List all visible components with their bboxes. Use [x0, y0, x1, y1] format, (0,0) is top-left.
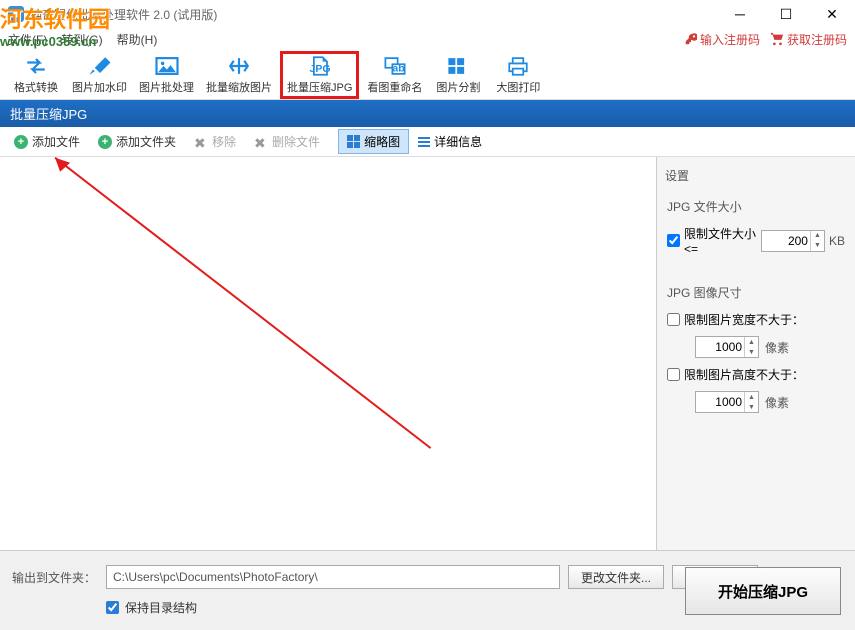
menu-goto[interactable]: 转到(G): [61, 31, 102, 48]
keep-structure-row[interactable]: 保持目录结构: [106, 599, 758, 616]
keep-structure-checkbox[interactable]: [106, 601, 119, 614]
start-compress-button[interactable]: 开始压缩JPG: [685, 567, 841, 615]
jpg-size-group: JPG 文件大小 限制文件大小 <= ▲▼ KB: [665, 192, 847, 278]
tool-batch-resize[interactable]: 批量缩放图片: [202, 51, 276, 99]
thumbnail-view-button[interactable]: 缩略图: [338, 129, 409, 154]
menubar: 文件(F) 转到(G) 帮助(H) 输入注册码 获取注册码: [0, 28, 855, 50]
spinner[interactable]: ▲▼: [744, 392, 758, 412]
tool-batch-process[interactable]: 图片批处理: [135, 51, 198, 99]
section-header: 批量压缩JPG: [0, 100, 855, 127]
image-icon: [153, 54, 181, 78]
convert-icon: [22, 54, 50, 78]
key-icon: [685, 33, 697, 45]
detail-view-button[interactable]: 详细信息: [409, 129, 491, 154]
limit-width-label: 限制图片宽度不大于：: [684, 311, 804, 328]
plus-icon: +: [14, 135, 28, 149]
output-folder-label: 输出到文件夹：: [12, 565, 96, 586]
limit-height-checkbox[interactable]: [667, 368, 680, 381]
remove-button: ✖ 移除: [186, 130, 244, 153]
x-icon: ✖: [194, 135, 208, 149]
delete-file-button: ✖ 删除文件: [246, 130, 328, 153]
px-unit: 像素: [765, 339, 789, 356]
action-bar: + 添加文件 + 添加文件夹 ✖ 移除 ✖ 删除文件 缩略图 详细信息: [0, 127, 855, 157]
svg-text:JPG: JPG: [309, 63, 330, 75]
get-reg-code-link[interactable]: 获取注册码: [770, 31, 847, 48]
limit-height-label: 限制图片高度不大于：: [684, 366, 804, 383]
list-icon: [418, 137, 430, 147]
tool-format-convert[interactable]: 格式转换: [8, 51, 64, 99]
enter-reg-code-link[interactable]: 输入注册码: [685, 31, 760, 48]
add-file-button[interactable]: + 添加文件: [6, 130, 88, 153]
kb-unit: KB: [829, 234, 845, 248]
cart-icon: [770, 32, 784, 46]
app-icon: ◆: [8, 6, 24, 22]
spinner[interactable]: ▲▼: [744, 337, 758, 357]
titlebar: ◆ 神奇图像批量处理软件 2.0 (试用版) ─ ☐ ✕: [0, 0, 855, 28]
group-label-filesize: JPG 文件大小: [667, 198, 845, 215]
spinner[interactable]: ▲▼: [810, 231, 824, 251]
change-folder-button[interactable]: 更改文件夹...: [568, 565, 664, 589]
tool-split[interactable]: 图片分割: [430, 51, 486, 99]
thumbnail-icon: [347, 135, 360, 148]
file-list-pane[interactable]: [0, 157, 657, 559]
rename-icon: ab: [381, 54, 409, 78]
jpg-dimension-group: JPG 图像尺寸 限制图片宽度不大于： ▲▼ 像素 限制图片高度不大于： ▲▼: [665, 278, 847, 433]
maximize-button[interactable]: ☐: [763, 0, 809, 28]
window-title: 神奇图像批量处理软件 2.0 (试用版): [30, 6, 217, 23]
menu-file[interactable]: 文件(F): [8, 31, 47, 48]
limit-filesize-checkbox[interactable]: [667, 234, 680, 247]
minimize-button[interactable]: ─: [717, 0, 763, 28]
output-path-input[interactable]: [106, 565, 560, 589]
tool-big-print[interactable]: 大图打印: [490, 51, 546, 99]
limit-filesize-label: 限制文件大小 <=: [684, 225, 757, 256]
add-folder-button[interactable]: + 添加文件夹: [90, 130, 184, 153]
tool-rename[interactable]: ab 看图重命名: [363, 51, 426, 99]
px-unit: 像素: [765, 394, 789, 411]
menu-help[interactable]: 帮助(H): [117, 31, 158, 48]
tool-batch-jpg[interactable]: JPG 批量压缩JPG: [280, 51, 359, 99]
group-label-dimension: JPG 图像尺寸: [667, 284, 845, 301]
brush-icon: [86, 54, 114, 78]
settings-pane: 设置 JPG 文件大小 限制文件大小 <= ▲▼ KB JPG 图像尺寸 限制图…: [657, 157, 855, 559]
jpg-file-icon: JPG: [306, 54, 334, 78]
main-area: 设置 JPG 文件大小 限制文件大小 <= ▲▼ KB JPG 图像尺寸 限制图…: [0, 157, 855, 559]
plus-icon: +: [98, 135, 112, 149]
limit-width-checkbox[interactable]: [667, 313, 680, 326]
annotation-arrow: [0, 157, 656, 559]
printer-icon: [504, 54, 532, 78]
x-icon: ✖: [254, 135, 268, 149]
bottom-bar: 输出到文件夹： 更改文件夹... 打开文件夹 保持目录结构 开始压缩JPG: [0, 550, 855, 630]
svg-text:ab: ab: [392, 62, 404, 74]
settings-title: 设置: [665, 167, 847, 184]
main-toolbar: 格式转换 图片加水印 图片批处理 批量缩放图片 JPG 批量压缩JPG ab 看…: [0, 50, 855, 100]
resize-icon: [225, 54, 253, 78]
close-button[interactable]: ✕: [809, 0, 855, 28]
tool-watermark[interactable]: 图片加水印: [68, 51, 131, 99]
grid-split-icon: [444, 54, 472, 78]
